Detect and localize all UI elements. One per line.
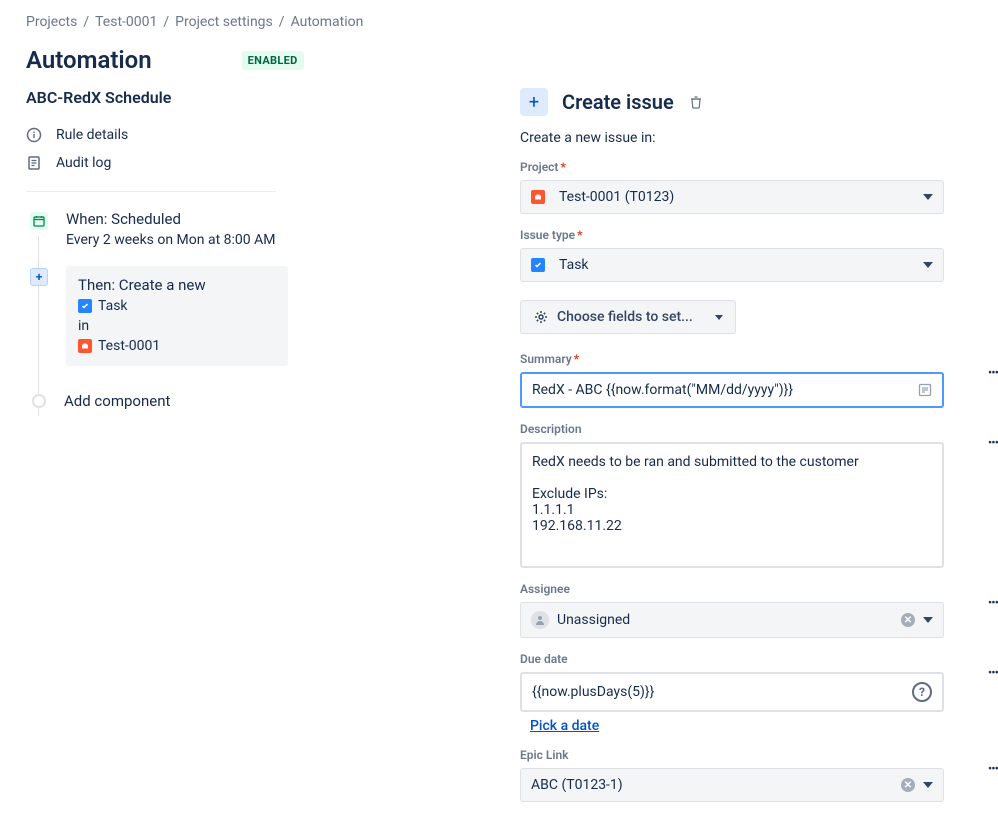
calendar-icon: [30, 212, 48, 230]
project-select[interactable]: Test-0001 (T0123): [520, 180, 944, 214]
avatar-icon: [531, 611, 549, 629]
divider: [26, 191, 276, 192]
description-input[interactable]: RedX needs to be ran and submitted to th…: [520, 442, 944, 568]
epic-value: ABC (T0123-1): [531, 777, 623, 793]
rule-details-link[interactable]: Rule details: [26, 121, 474, 149]
breadcrumb-automation[interactable]: Automation: [291, 14, 364, 30]
assignee-select[interactable]: Unassigned ✕: [520, 602, 944, 638]
more-icon[interactable]: •••: [988, 366, 998, 381]
log-icon: [26, 155, 42, 171]
more-icon[interactable]: •••: [988, 436, 998, 451]
choose-fields-button[interactable]: Choose fields to set...: [520, 300, 736, 334]
issuetype-select[interactable]: Task: [520, 248, 944, 282]
flow-trigger-title: When: Scheduled: [66, 210, 275, 228]
breadcrumb-sep: /: [83, 14, 89, 30]
summary-label: Summary*: [520, 352, 986, 366]
flow-trigger-subtitle: Every 2 weeks on Mon at 8:00 AM: [66, 232, 275, 248]
project-label: Project*: [520, 160, 986, 174]
clear-icon[interactable]: ✕: [901, 778, 915, 792]
chevron-down-icon: [923, 262, 933, 268]
assignee-value: Unassigned: [557, 612, 630, 628]
more-icon[interactable]: •••: [988, 596, 998, 611]
pick-date-link[interactable]: Pick a date: [520, 712, 609, 734]
status-badge: ENABLED: [242, 51, 304, 70]
flow-trigger[interactable]: When: Scheduled Every 2 weeks on Mon at …: [30, 210, 474, 248]
breadcrumb-settings[interactable]: Project settings: [175, 14, 273, 30]
panel-title: Create issue: [562, 90, 674, 114]
panel-subtitle: Create a new issue in:: [520, 130, 986, 146]
audit-log-label: Audit log: [56, 155, 111, 171]
gear-icon: [533, 309, 549, 325]
more-icon[interactable]: •••: [988, 762, 998, 777]
issuetype-label: Issue type*: [520, 228, 986, 242]
more-icon[interactable]: •••: [988, 666, 998, 681]
flow-action-in: in: [78, 318, 89, 334]
duedate-value: {{now.plusDays(5)}}: [532, 684, 654, 700]
chevron-down-icon: [923, 782, 933, 788]
rule-name: ABC-RedX Schedule: [26, 88, 474, 107]
delete-icon[interactable]: [688, 94, 704, 110]
epic-label: Epic Link: [520, 748, 986, 762]
summary-field[interactable]: [532, 382, 918, 398]
audit-log-link[interactable]: Audit log: [26, 149, 474, 177]
duedate-input[interactable]: {{now.plusDays(5)}} ?: [520, 672, 944, 712]
breadcrumb-sep: /: [163, 14, 169, 30]
breadcrumb: Projects / Test-0001 / Project settings …: [0, 0, 998, 30]
rule-details-label: Rule details: [56, 127, 128, 143]
project-icon: [531, 190, 545, 204]
flow-action-title: Then: Create a new: [78, 276, 276, 294]
plus-icon: +: [30, 268, 48, 286]
flow-add-component[interactable]: Add component: [30, 392, 474, 410]
flow-action-task: Task: [98, 298, 128, 314]
breadcrumb-projects[interactable]: Projects: [26, 14, 77, 30]
description-label: Description: [520, 422, 986, 436]
task-icon: [78, 299, 92, 313]
chevron-down-icon: [923, 194, 933, 200]
page-title: Automation: [26, 46, 152, 74]
duedate-label: Due date: [520, 652, 986, 666]
epic-select[interactable]: ABC (T0123-1) ✕: [520, 768, 944, 802]
help-icon[interactable]: ?: [912, 682, 932, 702]
issuetype-value: Task: [559, 257, 589, 273]
info-icon: [26, 127, 42, 143]
flow-action[interactable]: + Then: Create a new Task in: [30, 266, 474, 366]
description-value: RedX needs to be ran and submitted to th…: [532, 454, 859, 534]
flow-action-project: Test-0001: [98, 338, 160, 354]
add-component-label: Add component: [64, 392, 170, 410]
circle-icon: [32, 394, 46, 408]
task-icon: [531, 258, 545, 272]
breadcrumb-sep: /: [279, 14, 285, 30]
clear-icon[interactable]: ✕: [901, 613, 915, 627]
project-value: Test-0001 (T0123): [559, 189, 674, 205]
chevron-down-icon: [923, 617, 933, 623]
breadcrumb-project[interactable]: Test-0001: [95, 14, 157, 30]
assignee-label: Assignee: [520, 582, 986, 596]
choose-fields-label: Choose fields to set...: [557, 309, 693, 325]
plus-icon: +: [520, 88, 548, 116]
project-icon: [78, 339, 92, 353]
summary-input[interactable]: [520, 372, 944, 408]
chevron-down-icon: [715, 315, 723, 320]
template-icon[interactable]: [918, 383, 932, 397]
